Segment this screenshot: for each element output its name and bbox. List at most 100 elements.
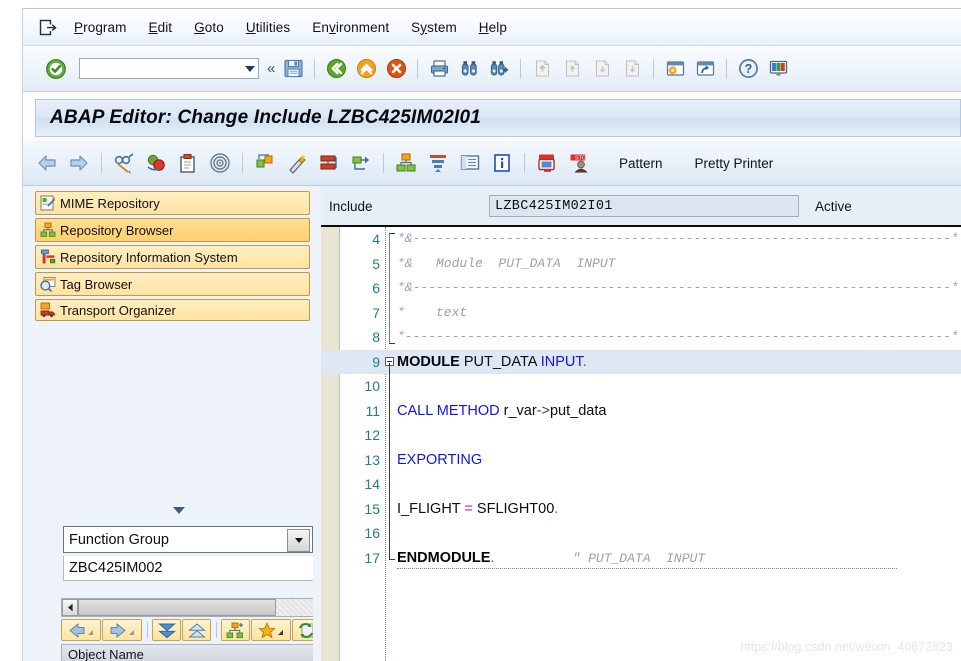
toolbar-divider (520, 58, 522, 79)
code-editor-region: Include LZBC425IM02I01 Active 4 *&------… (321, 186, 961, 661)
toolbar-divider (147, 622, 148, 638)
menu-help[interactable]: Help (468, 18, 518, 37)
menu-program[interactable]: Program (63, 18, 137, 37)
trailing-comment: " PUT_DATA INPUT (494, 550, 706, 566)
panel-splitter[interactable] (313, 186, 321, 661)
menu-edit[interactable]: Edit (137, 18, 183, 37)
find-icon[interactable] (456, 56, 482, 82)
code-line[interactable]: 4 *&------------------------------------… (321, 227, 961, 252)
collapse-all-icon[interactable] (152, 619, 181, 641)
code-line[interactable]: 13 EXPORTING (321, 448, 961, 473)
menu-program-label: rogram (83, 19, 127, 35)
page-title: ABAP Editor: Change Include LZBC425IM02I… (50, 107, 482, 128)
display-change-icon[interactable] (110, 149, 138, 177)
menu-system[interactable]: System (400, 18, 468, 37)
command-field[interactable] (79, 58, 259, 79)
expand-all-icon[interactable] (182, 619, 211, 641)
pretty-printer-button[interactable]: Pretty Printer (685, 156, 784, 171)
scrollbar-thumb[interactable] (78, 599, 276, 616)
statement-period: . (554, 500, 559, 517)
window-top-edge (0, 0, 961, 8)
page-title-bar: ABAP Editor: Change Include LZBC425IM02I… (35, 99, 961, 137)
insert-icon[interactable] (251, 149, 279, 177)
arrow-operator: -> (536, 402, 550, 419)
favorites-star-icon[interactable] (251, 619, 291, 641)
find-next-icon[interactable] (486, 56, 512, 82)
code-line[interactable]: 16 (321, 521, 961, 546)
line-text: *&--------------------------------------… (397, 280, 959, 295)
cancel-red-icon[interactable] (383, 56, 409, 82)
code-line-current[interactable]: 9 MODULE PUT_DATA INPUT. (321, 349, 961, 374)
pattern-button[interactable]: Pattern (609, 156, 673, 171)
activate-icon[interactable] (206, 149, 234, 177)
outline-icon[interactable] (424, 149, 452, 177)
forward-history-icon[interactable] (102, 619, 142, 641)
customize-layout-icon[interactable] (765, 56, 791, 82)
mime-repository-icon (39, 195, 56, 212)
chevron-down-icon[interactable] (287, 529, 310, 552)
sidebar-item-repository-information-system[interactable]: Repository Information System (35, 245, 310, 269)
object-name-input[interactable]: ZBC425IM002 (63, 556, 341, 581)
menu-goto[interactable]: Goto (183, 18, 235, 37)
tree-toolbar (61, 618, 341, 642)
where-used-icon[interactable] (347, 149, 375, 177)
toolbar-divider (314, 58, 316, 79)
sidebar-item-transport-organizer[interactable]: Transport Organizer (35, 299, 310, 321)
print-icon[interactable] (426, 56, 452, 82)
collapse-nav-chevron-icon[interactable] (173, 507, 185, 514)
param-value: SFLIGHT00 (472, 500, 555, 517)
code-line[interactable]: 12 (321, 423, 961, 448)
sidebar-item-mime-repository[interactable]: MIME Repository (35, 191, 310, 215)
code-line[interactable]: 5 *& Module PUT_DATA INPUT (321, 252, 961, 277)
new-session-icon[interactable] (662, 56, 688, 82)
create-shortcut-icon[interactable] (692, 56, 718, 82)
sidebar-item-repository-browser[interactable]: Repository Browser (35, 218, 310, 242)
save-icon[interactable] (280, 56, 306, 82)
menu-environment[interactable]: Environment (301, 18, 400, 37)
back-arrow-icon[interactable] (33, 149, 61, 177)
line-number: 12 (364, 427, 380, 443)
object-type-select[interactable]: Function Group (63, 526, 313, 553)
info-icon[interactable] (488, 149, 516, 177)
collapse-toolbar-button[interactable]: « (267, 60, 275, 77)
include-name-field[interactable]: LZBC425IM02I01 (489, 195, 799, 217)
panel-horizontal-scrollbar[interactable] (61, 598, 341, 617)
code-line[interactable]: 10 (321, 374, 961, 399)
green-check-enter-icon[interactable] (43, 56, 69, 82)
code-line[interactable]: 14 (321, 472, 961, 497)
chevron-down-icon[interactable] (245, 65, 255, 72)
back-green-icon[interactable] (323, 56, 349, 82)
object-name-value: ZBC425IM002 (69, 560, 163, 576)
object-list-icon[interactable] (221, 619, 250, 641)
code-line[interactable]: 17 ENDMODULE. " PUT_DATA INPUT (321, 546, 961, 571)
debug-screen-icon[interactable] (533, 149, 561, 177)
code-line[interactable]: 6 *&------------------------------------… (321, 276, 961, 301)
code-text-area[interactable]: 4 *&------------------------------------… (321, 227, 961, 661)
unpack-icon[interactable] (174, 149, 202, 177)
scroll-left-icon[interactable] (62, 599, 78, 616)
first-page-icon (529, 56, 555, 82)
tag-browser-icon (39, 276, 56, 293)
debug-user-icon[interactable]: STO (565, 149, 593, 177)
exit-orange-icon[interactable] (353, 56, 379, 82)
comment-bracket-bottom (389, 343, 395, 344)
sidebar-item-tag-browser[interactable]: Tag Browser (35, 272, 310, 296)
replace-icon[interactable] (283, 149, 311, 177)
worklist-icon[interactable] (315, 149, 343, 177)
code-line[interactable]: 15 I_FLIGHT = SFLIGHT00. (321, 497, 961, 522)
code-line[interactable]: 7 * text (321, 301, 961, 326)
help-icon[interactable]: ? (735, 56, 761, 82)
forward-arrow-icon[interactable] (65, 149, 93, 177)
menu-utilities[interactable]: Utilities (235, 18, 301, 37)
code-line[interactable]: 11 CALL METHOD r_var->put_data (321, 399, 961, 424)
line-number: 8 (372, 329, 380, 345)
code-line[interactable]: 8 *-------------------------------------… (321, 325, 961, 350)
back-history-icon[interactable] (61, 619, 101, 641)
toolbar-divider (726, 58, 728, 79)
check-icon[interactable] (142, 149, 170, 177)
menu-environment-label: ironment (335, 19, 390, 35)
details-icon[interactable] (456, 149, 484, 177)
object-navigator-icon[interactable] (392, 149, 420, 177)
exit-program-icon[interactable] (33, 15, 63, 39)
watermark-text: https://blog.csdn.net/weixin_40672823 (740, 640, 953, 654)
